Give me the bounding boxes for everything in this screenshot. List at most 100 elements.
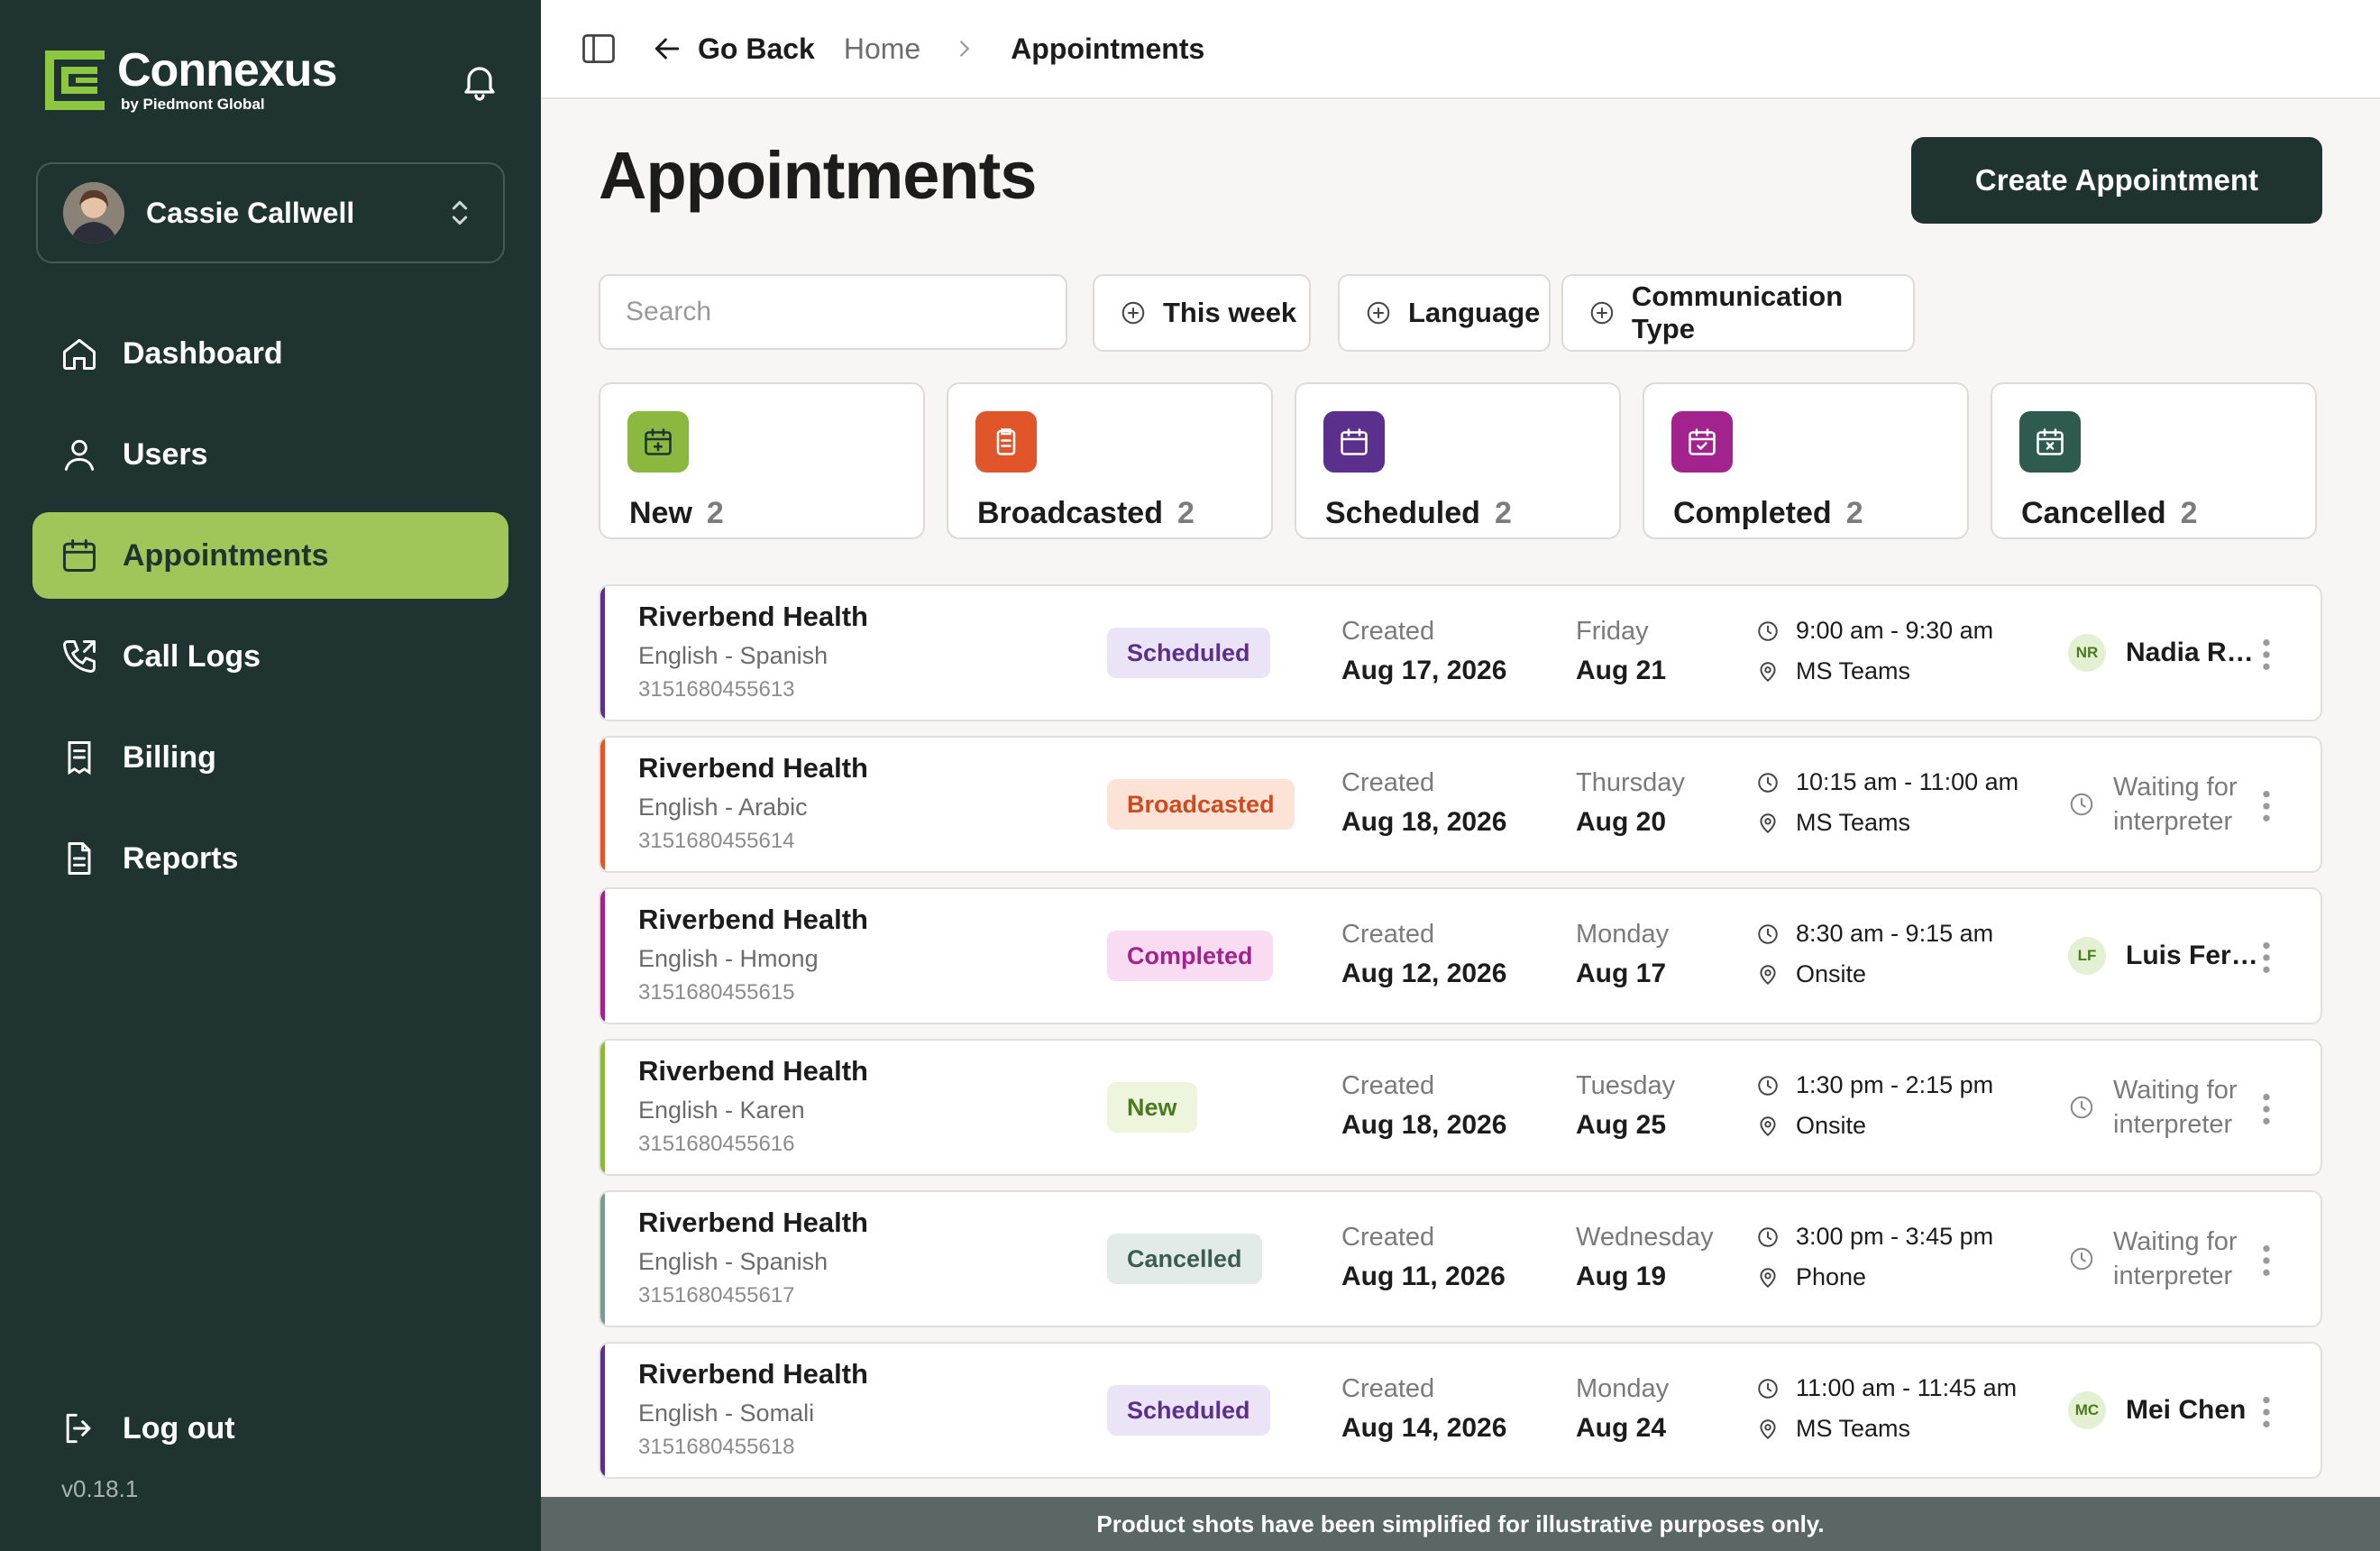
clock-icon — [2070, 1096, 2093, 1119]
appointment-location: Onsite — [1796, 1112, 1867, 1139]
logout-icon — [66, 1413, 91, 1444]
created-date: Aug 11, 2026 — [1341, 1262, 1506, 1291]
chevron-up-down-icon — [442, 195, 478, 231]
assignee-name[interactable]: Mei Chen — [2126, 1395, 2246, 1426]
location-pin-icon — [1760, 1418, 1776, 1439]
sidebar-item-appointments[interactable]: Appointments — [32, 512, 508, 599]
status-label: New — [629, 496, 692, 530]
more-vertical-icon[interactable] — [2261, 1091, 2272, 1127]
filter-this-week[interactable]: This week — [1093, 274, 1311, 352]
breadcrumb-home[interactable]: Home — [844, 32, 920, 66]
created-label: Created — [1341, 1223, 1435, 1252]
appointment-location: MS Teams — [1796, 1415, 1911, 1442]
sidebar-item-label: Reports — [123, 840, 239, 876]
search-input[interactable] — [599, 274, 1067, 350]
sidebar-item-dashboard[interactable]: Dashboard — [32, 310, 508, 397]
appointment-list: Riverbend Health English - Spanish 3151680… — [599, 584, 2322, 1493]
sidebar-item-billing[interactable]: Billing — [32, 714, 508, 801]
more-vertical-icon[interactable] — [2261, 1394, 2272, 1430]
status-badge: Scheduled — [1107, 1385, 1270, 1436]
status-badge: Completed — [1107, 931, 1273, 981]
appointment-date: Aug 21 — [1576, 656, 1667, 685]
appointment-weekday: Monday — [1576, 920, 1670, 949]
appointment-date: Aug 17 — [1576, 959, 1667, 988]
created-date: Aug 17, 2026 — [1341, 656, 1507, 685]
more-vertical-icon[interactable] — [2261, 637, 2272, 673]
appointment-location: MS Teams — [1796, 809, 1911, 836]
filter-communication-type[interactable]: Communication Type — [1561, 274, 1915, 352]
brand-logo[interactable]: Connexus by Piedmont Global — [41, 47, 337, 114]
appointment-location: Phone — [1796, 1263, 1867, 1290]
appointment-location: Onsite — [1796, 960, 1867, 987]
plus-circle-icon — [1121, 301, 1145, 325]
filter-label: Communication Type — [1631, 280, 1844, 344]
sidebar-item-users[interactable]: Users — [32, 411, 508, 498]
appointment-time: 3:00 pm - 3:45 pm — [1796, 1223, 1994, 1250]
user-switcher[interactable]: Cassie Callwell — [36, 162, 505, 263]
row-status-accent — [600, 738, 605, 871]
sidebar-toggle-icon[interactable] — [579, 29, 618, 69]
created-date: Aug 18, 2026 — [1341, 1110, 1507, 1140]
assignee-name[interactable]: Luis Ferr... — [2126, 941, 2261, 971]
table-row[interactable]: Riverbend Health English - Spanish 3151680… — [599, 1190, 2322, 1327]
create-appointment-button[interactable]: Create Appointment — [1911, 137, 2322, 224]
created-label: Created — [1341, 617, 1435, 646]
waiting-status: Waiting for interpreter — [2068, 1225, 2257, 1293]
assignee: MC Mei Chen — [2068, 1344, 2246, 1477]
table-row[interactable]: Riverbend Health English - Somali 31516804… — [599, 1342, 2322, 1479]
waiting-text: Waiting for interpreter — [2113, 1076, 2238, 1139]
status-card-broadcasted[interactable]: Broadcasted 2 — [947, 382, 1273, 539]
assignee-name[interactable]: Nadia Ra... — [2126, 638, 2261, 668]
brand-sub: by Piedmont Global — [121, 96, 265, 113]
appointment-date: Aug 19 — [1576, 1262, 1667, 1291]
sidebar-item-label: Billing — [123, 739, 216, 775]
more-vertical-icon[interactable] — [2261, 940, 2272, 976]
created-label: Created — [1341, 1374, 1435, 1403]
status-card-new[interactable]: New 2 — [599, 382, 925, 539]
language-pair: English - Spanish — [638, 1248, 828, 1275]
table-row[interactable]: Riverbend Health English - Arabic 31516804… — [599, 736, 2322, 873]
assignee: LF Luis Ferr... — [2068, 889, 2261, 1023]
status-card-cancelled[interactable]: Cancelled 2 — [1991, 382, 2317, 539]
language-pair: English - Somali — [638, 1400, 815, 1427]
disclaimer-banner: Product shots have been simplified for i… — [541, 1497, 2380, 1551]
customer-name: Riverbend Health — [638, 904, 868, 935]
status-badge: Cancelled — [1107, 1234, 1262, 1284]
language-pair: English - Hmong — [638, 945, 819, 972]
clock-icon — [2070, 793, 2093, 816]
status-count: 2 — [1494, 496, 1512, 530]
status-card-completed[interactable]: Completed 2 — [1643, 382, 1969, 539]
appointment-id: 3151680455615 — [638, 980, 795, 1005]
phone-icon — [63, 640, 96, 673]
clock-icon — [1758, 923, 1778, 944]
arrow-left-icon[interactable] — [649, 31, 685, 67]
sidebar-nav: Dashboard Users Appointments Call Logs B… — [32, 310, 508, 916]
location-pin-icon — [1760, 964, 1776, 985]
status-label: Completed — [1673, 496, 1832, 530]
calendar-x-icon — [2019, 411, 2081, 473]
appointment-id: 3151680455618 — [638, 1435, 795, 1459]
status-card-scheduled[interactable]: Scheduled 2 — [1295, 382, 1621, 539]
appointment-id: 3151680455616 — [638, 1132, 795, 1156]
filter-label: Language — [1408, 297, 1541, 328]
status-count: 2 — [1845, 496, 1863, 530]
bell-icon[interactable] — [458, 60, 501, 103]
connexus-logo-icon — [41, 47, 108, 114]
created-label: Created — [1341, 1071, 1435, 1100]
more-vertical-icon[interactable] — [2261, 788, 2272, 824]
clock-icon — [1758, 772, 1778, 793]
go-back-button[interactable]: Go Back — [698, 32, 815, 66]
sidebar-item-reports[interactable]: Reports — [32, 815, 508, 902]
appointment-time: 10:15 am - 11:00 am — [1796, 768, 2019, 795]
status-count: 2 — [706, 496, 724, 530]
logout-button[interactable]: Log out — [60, 1409, 235, 1448]
table-row[interactable]: Riverbend Health English - Karen 315168045… — [599, 1039, 2322, 1176]
page-title: Appointments — [599, 138, 1037, 213]
filter-language[interactable]: Language — [1338, 274, 1551, 352]
logout-label: Log out — [123, 1410, 235, 1445]
table-row[interactable]: Riverbend Health English - Spanish 3151680… — [599, 584, 2322, 721]
language-pair: English - Spanish — [638, 642, 828, 669]
sidebar-item-call-logs[interactable]: Call Logs — [32, 613, 508, 700]
table-row[interactable]: Riverbend Health English - Hmong 315168045… — [599, 887, 2322, 1024]
more-vertical-icon[interactable] — [2261, 1243, 2272, 1279]
